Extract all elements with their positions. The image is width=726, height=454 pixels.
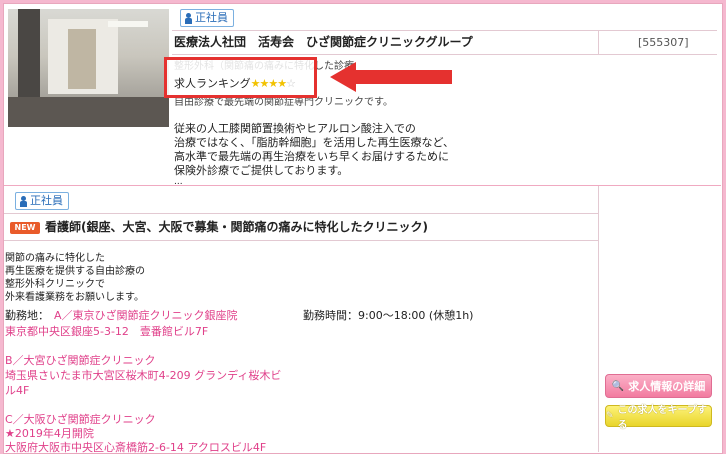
description-line-4: 保険外診療でご提供しております。	[174, 164, 349, 177]
work-hours: 勤務時間：9:00～18:00 (休憩1h)	[303, 309, 474, 322]
job-detail-button[interactable]: 🔍 求人情報の詳細	[605, 374, 712, 398]
new-badge: NEW	[10, 222, 40, 234]
ranking-stars: ★★★★☆	[250, 77, 296, 90]
company-name[interactable]: 医療法人社団 活寿会 ひざ関節症クリニックグループ	[174, 36, 473, 49]
location-label: 勤務地：	[5, 309, 49, 322]
intro-line-1: 関節の痛みに特化した	[5, 253, 105, 264]
job-id: [555307]	[638, 36, 689, 49]
job-detail-label: 求人情報の詳細	[628, 380, 706, 393]
location-b-address-cont: ル4F	[5, 384, 30, 397]
description-line-3: 高水準で最先端の再生治療をいち早くお届けするために	[174, 150, 449, 163]
description-line-2: 治療ではなく、「脂肪幹細胞」を活用した再生医療など、	[174, 136, 454, 149]
employment-badge: 正社員	[180, 9, 234, 27]
location-c-opening: ★2019年4月開院	[5, 427, 94, 440]
ranking-label: 求人ランキング★★★★☆	[174, 77, 296, 90]
intro-line-4: 外来看護業務をお願いします。	[5, 292, 144, 303]
job-title[interactable]: 看護師(銀座、大宮、大阪で募集・関節痛の痛みに特化したクリニック)	[45, 221, 428, 234]
location-a-address: 東京都中央区銀座5-3-12 壹番館ビル7F	[5, 325, 209, 338]
badge-label: 正社員	[30, 194, 63, 207]
pencil-icon: ✎	[606, 411, 614, 421]
clinic-photo[interactable]	[8, 9, 169, 127]
intro-line-2: 再生医療を提供する自由診療の	[5, 266, 145, 277]
intro-line-3: 整形外科クリニックで	[5, 279, 105, 290]
location-b-name: B／大宮ひざ関節症クリニック	[5, 354, 156, 367]
keep-job-label: この求人をキープする	[617, 405, 707, 431]
badge-label: 正社員	[195, 11, 228, 24]
location-c-name: C／大阪ひざ関節症クリニック	[5, 413, 156, 426]
keep-job-button[interactable]: ✎ この求人をキープする	[605, 405, 712, 431]
description-more: ...	[174, 177, 183, 187]
employment-badge: 正社員	[15, 192, 69, 210]
location-c-address: 大阪府大阪市中央区心斎橋筋2-6-14 アクロスビル4F	[5, 441, 267, 454]
red-arrow-icon	[330, 62, 452, 92]
person-icon	[185, 12, 192, 24]
location-b-address: 埼玉県さいたま市大宮区桜木町4-209 グランディ桜木ビ	[5, 369, 282, 382]
search-icon: 🔍	[611, 380, 625, 392]
person-icon	[20, 195, 27, 207]
description-line-1: 従来の人工膝関節置換術やヒアルロン酸注入での	[174, 122, 416, 135]
location-a-name: A／東京ひざ関節症クリニック銀座院	[54, 309, 238, 322]
